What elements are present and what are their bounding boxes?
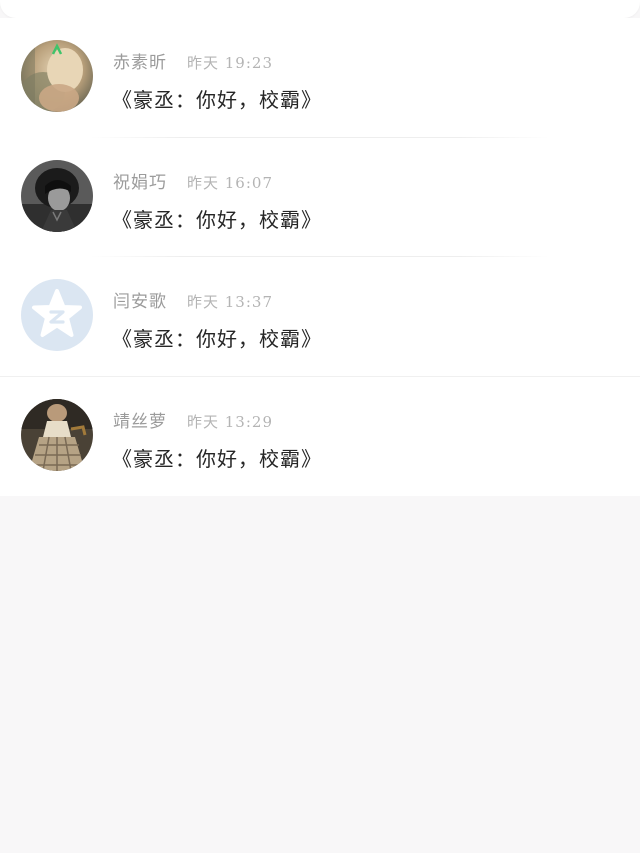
sender-name: 闫安歌 (113, 292, 167, 312)
message-time: 昨天 13:29 (187, 412, 273, 431)
sender-name: 靖丝萝 (113, 411, 167, 432)
avatar[interactable] (21, 40, 93, 112)
photo-dark-hair-avatar-icon (21, 159, 93, 232)
message-item[interactable]: 闫安歌 昨天 13:37 《豪丞：你好，校霸》 (0, 257, 640, 377)
message-preview: 《豪丞：你好，校霸》 (112, 88, 322, 112)
message-item[interactable]: 赤素昕 昨天 19:23 《豪丞：你好，校霸》 (0, 18, 640, 138)
message-time: 昨天 16:07 (187, 173, 273, 192)
message-item[interactable]: 祝娟巧 昨天 16:07 《豪丞：你好，校霸》 (0, 138, 640, 257)
message-preview: 《豪丞：你好，校霸》 (112, 446, 322, 471)
qq-star-default-avatar-icon (21, 279, 93, 351)
name-line: 祝娟巧 昨天 16:07 (113, 168, 273, 193)
message-time: 昨天 19:23 (187, 54, 273, 72)
photo-blonde-avatar-icon (21, 40, 93, 112)
message-preview: 《豪丞：你好，校霸》 (112, 207, 322, 232)
avatar[interactable] (21, 159, 93, 232)
sender-name: 赤素昕 (113, 53, 167, 73)
avatar[interactable] (21, 279, 93, 351)
empty-area (0, 497, 640, 853)
top-card-edge (0, 0, 640, 18)
photo-plaid-dress-avatar-icon (21, 398, 93, 471)
message-preview: 《豪丞：你好，校霸》 (112, 327, 322, 351)
message-item[interactable]: 靖丝萝 昨天 13:29 《豪丞：你好，校霸》 (0, 377, 640, 497)
avatar[interactable] (21, 398, 93, 471)
message-list: 赤素昕 昨天 19:23 《豪丞：你好，校霸》 祝娟巧 昨天 16:07 《豪丞… (0, 18, 640, 496)
sender-name: 祝娟巧 (113, 172, 167, 193)
name-line: 闫安歌 昨天 13:37 (113, 287, 273, 312)
name-line: 靖丝萝 昨天 13:29 (113, 407, 273, 432)
message-time: 昨天 13:37 (187, 293, 273, 311)
name-line: 赤素昕 昨天 19:23 (113, 48, 273, 73)
